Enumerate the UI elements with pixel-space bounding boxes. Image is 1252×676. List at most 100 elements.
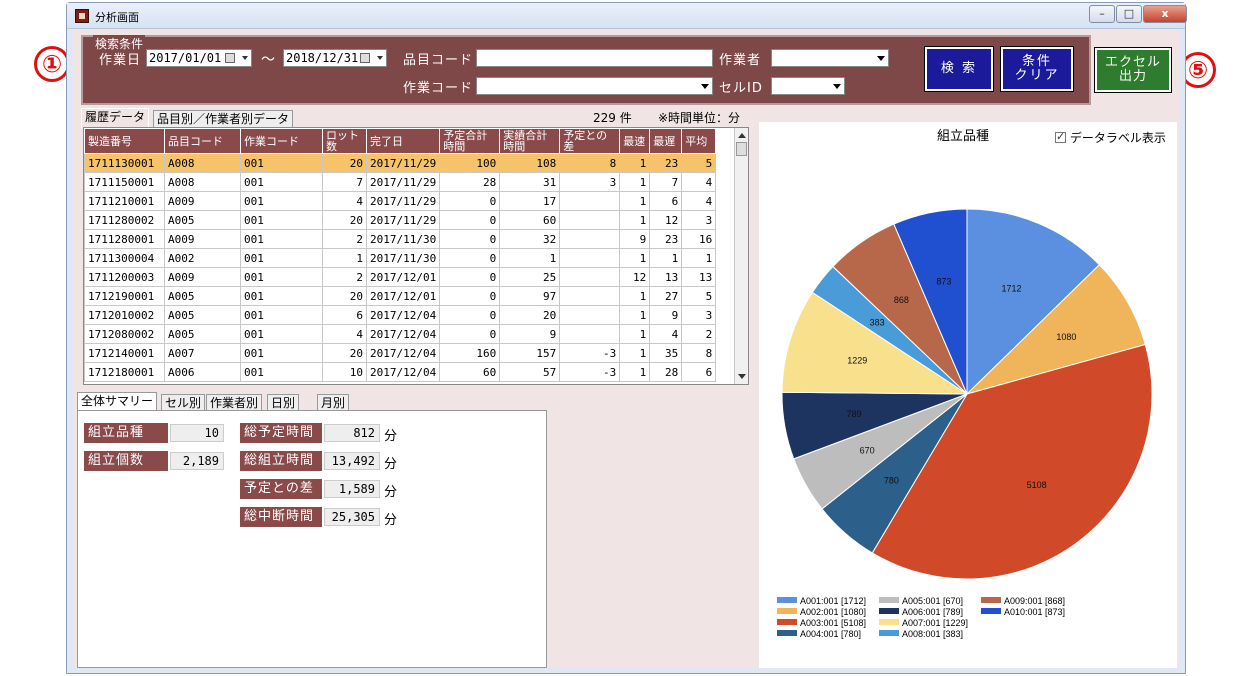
table-cell: 8 (681, 343, 717, 363)
table-cell: 1711200003 (84, 267, 165, 287)
table-cell (559, 229, 621, 249)
table-cell: 001 (240, 324, 323, 344)
table-row[interactable]: 1712180001 A006 001 10 2017/12/04 60 57 -3 1 28 6 (84, 362, 717, 382)
worker-select[interactable] (771, 49, 889, 67)
record-count: 229 件 (593, 111, 632, 125)
table-cell: 1 (619, 362, 651, 382)
col-lot[interactable]: ロット数 (322, 128, 367, 154)
col-planned-total[interactable]: 予定合計時間 (439, 128, 501, 154)
table-cell: 1 (619, 324, 651, 344)
table-cell: A002 (164, 248, 241, 268)
table-cell: 1711300004 (84, 248, 165, 268)
scroll-thumb[interactable] (736, 142, 747, 156)
clear-conditions-button[interactable]: 条件 クリア (1000, 46, 1074, 92)
table-cell: 32 (499, 229, 561, 249)
table-cell: 12 (619, 267, 651, 287)
chevron-down-icon (242, 56, 248, 60)
item-code-input[interactable] (476, 49, 713, 67)
table-row[interactable]: 1711280001 A009 001 2 2017/11/30 0 32 9 23 16 (84, 229, 717, 249)
legend-item: A008:001 [383] (879, 629, 963, 639)
col-fastest[interactable]: 最速 (619, 128, 651, 154)
date-to-value: 2018/12/31 (286, 51, 359, 65)
table-cell: 1 (619, 305, 651, 325)
chevron-down-icon (377, 56, 383, 60)
search-button[interactable]: 検 索 (924, 46, 994, 92)
table-row[interactable]: 1712010002 A005 001 6 2017/12/04 0 20 1 9 3 (84, 305, 717, 325)
table-cell: 2 (681, 324, 717, 344)
table-row[interactable]: 1712140001 A007 001 20 2017/12/04 160 157 -3 1 35… (84, 343, 717, 363)
history-tabs: 履歴データ 品目別／作業者別データ (81, 108, 381, 128)
date-to-picker[interactable]: 2018/12/31 (283, 49, 387, 67)
table-cell: 1 (499, 248, 561, 268)
tab-overall-summary[interactable]: 全体サマリー (77, 392, 158, 412)
pie-chart: 1712 1080 5108 780 670 789 1229 383 868 873 (781, 208, 1153, 580)
date-from-picker[interactable]: 2017/01/01 (146, 49, 252, 67)
table-cell: A008 (164, 153, 241, 173)
table-cell: 20 (322, 153, 367, 173)
table-row[interactable]: 1711200003 A009 001 2 2017/12/01 0 25 12 13 13 (84, 267, 717, 287)
pie-data-label: 1080 (1056, 332, 1076, 342)
history-grid[interactable]: 製造番号 品目コード 作業コード ロット数 完了日 予定合計時間 実績合計時間 … (83, 127, 749, 385)
table-cell (559, 267, 621, 287)
summary-panel: 組立品種 10 組立個数 2,189 総予定時間 812 分 総組立時間 13,… (77, 410, 547, 668)
scroll-up-icon[interactable] (738, 133, 746, 138)
table-cell: 1711280001 (84, 229, 165, 249)
grid-scrollbar[interactable] (734, 128, 748, 384)
table-cell: A006 (164, 362, 241, 382)
col-serial[interactable]: 製造番号 (84, 128, 165, 154)
work-code-select[interactable] (476, 77, 713, 95)
table-cell: 60 (499, 210, 561, 230)
scroll-down-icon[interactable] (738, 374, 746, 379)
tab-item-worker-data[interactable]: 品目別／作業者別データ (153, 110, 294, 128)
table-row[interactable]: 1711150001 A008 001 7 2017/11/29 28 31 3 1 7 4 (84, 172, 717, 192)
col-slowest[interactable]: 最遅 (649, 128, 683, 154)
table-cell: 3 (681, 305, 717, 325)
table-cell: 1711150001 (84, 172, 165, 192)
table-row[interactable]: 1712080002 A005 001 4 2017/12/04 0 9 1 4 2 (84, 324, 717, 344)
col-item-code[interactable]: 品目コード (164, 128, 241, 154)
table-cell: 2017/11/29 (365, 210, 441, 230)
col-diff[interactable]: 予定との差 (559, 128, 621, 154)
pie-data-label: 1712 (1002, 283, 1022, 293)
legend-label: A010:001 [873] (1004, 607, 1066, 617)
table-cell: A005 (164, 286, 241, 306)
table-cell: 1 (619, 172, 651, 192)
table-cell: A009 (164, 267, 241, 287)
table-cell: 1711130001 (84, 153, 165, 173)
excel-export-button[interactable]: エクセル 出力 (1094, 47, 1172, 93)
table-row[interactable]: 1712190001 A005 001 20 2017/12/01 0 97 1 27 5 (84, 286, 717, 306)
col-work-code[interactable]: 作業コード (240, 128, 323, 154)
table-cell: 0 (439, 248, 501, 268)
close-button[interactable]: x (1143, 5, 1187, 23)
table-cell: 4 (681, 172, 717, 192)
table-row[interactable]: 1711210001 A009 001 4 2017/11/29 0 17 1 6 4 (84, 191, 717, 211)
legend-label: A007:001 [1229] (902, 618, 969, 628)
col-average[interactable]: 平均 (681, 128, 717, 154)
table-cell: 0 (439, 229, 501, 249)
annotation-1: ① (34, 46, 70, 82)
table-cell: 001 (240, 191, 323, 211)
maximize-button[interactable]: □ (1116, 5, 1142, 23)
tab-history-data[interactable]: 履歴データ (81, 108, 150, 128)
date-from-value: 2017/01/01 (149, 51, 222, 65)
minimize-button[interactable]: – (1089, 5, 1115, 23)
cell-id-select[interactable] (771, 77, 845, 95)
table-row[interactable]: 1711300004 A002 001 1 2017/11/30 0 1 1 1 1 (84, 248, 717, 268)
col-complete-date[interactable]: 完了日 (365, 128, 441, 154)
table-cell: A005 (164, 324, 241, 344)
table-cell (559, 191, 621, 211)
table-cell: 1 (619, 286, 651, 306)
table-cell: 1712140001 (84, 343, 165, 363)
table-row[interactable]: 1711130001 A008 001 20 2017/11/29 100 108 8 1 23 5 (84, 153, 717, 173)
table-cell: 0 (439, 286, 501, 306)
table-row[interactable]: 1711280002 A005 001 20 2017/11/29 0 60 1 12 3 (84, 210, 717, 230)
range-separator: ～ (261, 52, 275, 68)
table-cell: 1 (619, 248, 651, 268)
table-cell: 35 (649, 343, 683, 363)
legend-item: A003:001 [5108] (777, 618, 866, 628)
col-actual-total[interactable]: 実績合計時間 (499, 128, 561, 154)
table-cell: 20 (322, 210, 367, 230)
legend-item: A007:001 [1229] (879, 618, 968, 628)
table-cell: 23 (649, 153, 683, 173)
table-cell: 1712080002 (84, 324, 165, 344)
